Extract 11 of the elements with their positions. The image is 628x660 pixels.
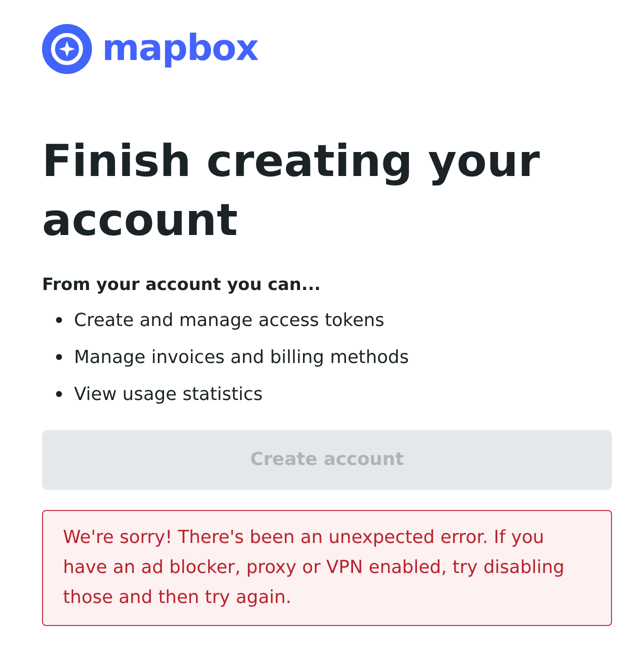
bullet-icon bbox=[56, 317, 62, 323]
error-message: We're sorry! There's been an unexpected error. If you have an ad blocker, proxy or VPN enabled, try disabling those and then try again. bbox=[42, 510, 612, 626]
feature-item: Manage invoices and billing methods bbox=[74, 346, 409, 370]
logo-text: mapbox bbox=[102, 31, 258, 67]
intro-text: From your account you can... bbox=[42, 274, 322, 297]
feature-item: Create and manage access tokens bbox=[74, 308, 384, 332]
bullet-icon bbox=[56, 391, 62, 397]
page-heading: Finish creating your account bbox=[42, 135, 541, 248]
feature-item: View usage statistics bbox=[74, 382, 263, 406]
mapbox-logo-icon bbox=[42, 24, 92, 74]
bullet-icon bbox=[56, 354, 62, 360]
